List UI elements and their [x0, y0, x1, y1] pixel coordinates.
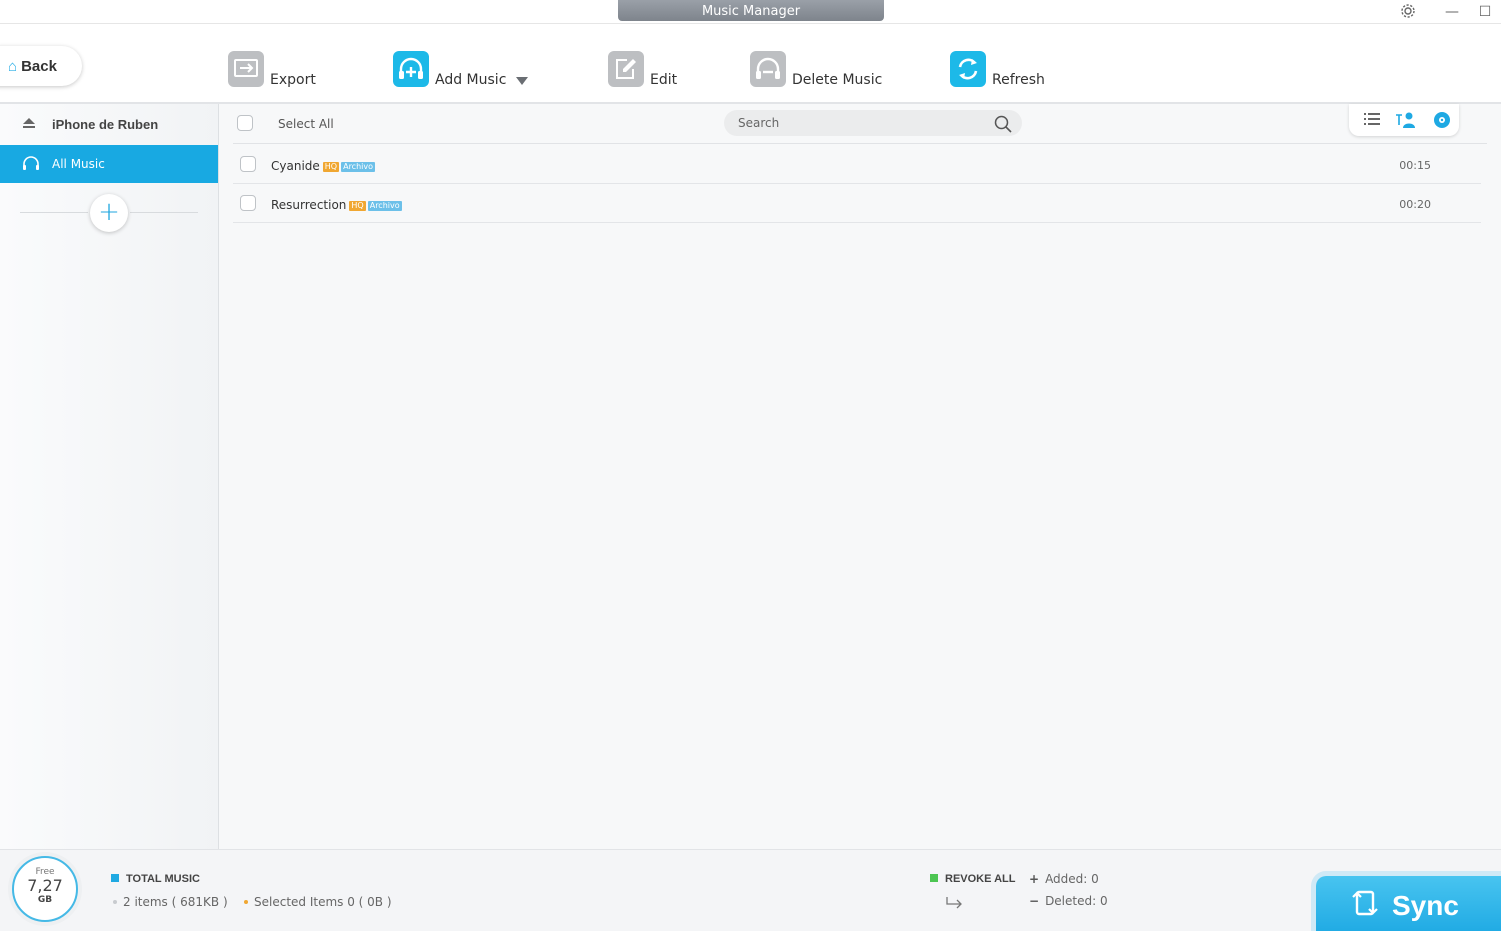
add-music-button[interactable]: Add Music [393, 51, 529, 88]
sync-button[interactable]: Sync [1316, 876, 1501, 931]
track-checkbox[interactable] [240, 156, 256, 172]
minus-icon: − [1029, 894, 1040, 908]
refresh-label: Refresh [992, 72, 1045, 88]
sidebar-item-all-music[interactable]: All Music [0, 145, 218, 183]
selected-text: Selected Items 0 ( 0B ) [254, 895, 392, 909]
add-music-dropdown-icon[interactable] [516, 77, 529, 85]
device-name: iPhone de Ruben [52, 116, 159, 132]
refresh-button[interactable]: Refresh [950, 51, 1045, 88]
edit-button[interactable]: Edit [608, 51, 678, 88]
plus-icon: + [1029, 872, 1040, 886]
storage-free-value: 7,27 [27, 876, 63, 895]
headphones-icon [22, 155, 40, 174]
search-input[interactable] [724, 110, 974, 136]
added-text: Added: 0 [1045, 872, 1099, 886]
view-switcher [1349, 104, 1459, 136]
archivo-badge: Archivo [341, 162, 375, 172]
total-music-label: TOTAL MUSIC [126, 873, 200, 885]
hq-badge: HQ [349, 201, 366, 211]
total-music-square-icon [111, 874, 119, 882]
back-button[interactable]: ⌂ Back [0, 46, 82, 86]
deleted-count: − Deleted: 0 [1029, 894, 1108, 908]
add-music-label: Add Music [435, 72, 507, 88]
toolbar: ⌂ Back Export Add Music Edit Delete Musi… [0, 24, 1501, 104]
edit-label: Edit [650, 72, 678, 88]
track-duration: 00:20 [1399, 198, 1431, 211]
items-text: 2 items ( 681KB ) [123, 895, 228, 909]
revoke-arrow-icon [945, 896, 965, 913]
revoke-all-button[interactable]: REVOKE ALL [930, 873, 1016, 885]
track-title-cell: Cyanide HQ Archivo [271, 159, 375, 173]
track-duration: 00:15 [1399, 159, 1431, 172]
delete-music-label: Delete Music [792, 72, 883, 88]
list-header: Select All [233, 104, 1487, 144]
archivo-badge: Archivo [367, 201, 402, 211]
added-count: + Added: 0 [1029, 872, 1099, 886]
title-bar: Music Manager — ☐ [0, 0, 1501, 24]
total-music-heading: TOTAL MUSIC [111, 873, 200, 885]
selected-dot-icon [244, 900, 248, 904]
deleted-text: Deleted: 0 [1045, 894, 1108, 908]
minimize-button[interactable]: — [1441, 2, 1463, 22]
table-row[interactable]: Cyanide HQ Archivo 00:15 [233, 145, 1481, 184]
export-button[interactable]: Export [228, 51, 316, 88]
music-list-panel: Select All CyanideHQArchivo 00:15 Resurr… [219, 104, 1501, 849]
search-icon[interactable] [994, 115, 1012, 136]
hq-badge: HQ [322, 162, 340, 172]
sync-device-icon [1352, 888, 1378, 925]
revoke-all-label: REVOKE ALL [945, 873, 1016, 885]
home-icon: ⌂ [8, 57, 18, 75]
back-label: Back [21, 57, 57, 75]
items-count: 2 items ( 681KB ) [113, 895, 228, 909]
album-view-icon[interactable] [1433, 111, 1453, 129]
sidebar: iPhone de Ruben All Music + [0, 104, 219, 849]
divider [20, 212, 88, 213]
select-all-checkbox[interactable] [237, 115, 253, 131]
maximize-button[interactable]: ☐ [1474, 2, 1496, 22]
refresh-icon [950, 51, 986, 87]
eject-icon[interactable] [22, 118, 36, 130]
sidebar-item-label: All Music [52, 157, 105, 171]
settings-gear-icon[interactable] [1397, 2, 1419, 22]
window-title: Music Manager [618, 0, 884, 21]
search-box [724, 110, 1022, 136]
export-label: Export [270, 72, 316, 88]
edit-icon [608, 51, 644, 87]
divider [130, 212, 198, 213]
track-title-cell: Resurrection HQ Archivo [271, 198, 402, 212]
track-checkbox[interactable] [240, 195, 256, 211]
select-all-label[interactable]: Select All [278, 117, 334, 131]
list-view-icon[interactable] [1363, 111, 1383, 129]
table-row[interactable]: Resurrection HQ Archivo 00:20 [233, 184, 1481, 223]
storage-indicator: Free 7,27 GB [12, 856, 78, 922]
track-title: Cyanide [271, 159, 320, 173]
delete-music-button[interactable]: Delete Music [750, 51, 883, 88]
items-dot-icon [113, 900, 117, 904]
delete-music-headphones-icon [750, 51, 786, 87]
add-playlist-button[interactable]: + [90, 194, 128, 232]
storage-unit: GB [37, 895, 53, 905]
status-footer: Free 7,27 GB TOTAL MUSIC 2 items ( 681KB… [0, 849, 1501, 931]
sync-label: Sync [1392, 890, 1459, 921]
export-icon [228, 51, 264, 87]
device-row[interactable]: iPhone de Ruben [0, 104, 218, 144]
revoke-square-icon [930, 874, 938, 882]
add-music-headphones-icon [393, 51, 429, 87]
artist-view-icon[interactable] [1395, 111, 1415, 129]
track-title: Resurrection [271, 198, 347, 212]
selected-items: Selected Items 0 ( 0B ) [244, 895, 392, 909]
